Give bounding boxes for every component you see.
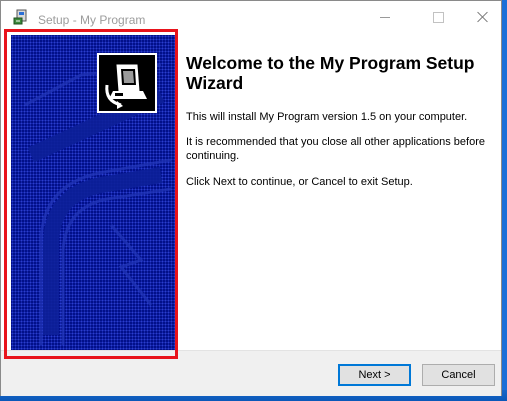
close-icon[interactable]: [469, 7, 497, 27]
computer-install-icon: [97, 53, 157, 113]
setup-window: Setup - My Program Welcome to the My Pro…: [0, 0, 502, 396]
wizard-side-image: [11, 35, 175, 351]
maximize-icon[interactable]: [424, 7, 452, 27]
setup-app-icon: [13, 9, 29, 25]
close-apps-recommendation: It is recommended that you close all oth…: [186, 136, 485, 162]
minimize-icon[interactable]: [371, 7, 399, 27]
next-cancel-instructions: Click Next to continue, or Cancel to exi…: [186, 176, 413, 188]
install-description: This will install My Program version 1.5…: [186, 111, 468, 123]
window-title: Setup - My Program: [38, 13, 146, 27]
welcome-heading: Welcome to the My Program Setup Wizard: [186, 53, 475, 93]
cancel-button[interactable]: Cancel: [422, 364, 495, 386]
title-bar[interactable]: Setup - My Program: [1, 1, 501, 31]
next-button[interactable]: Next >: [338, 364, 411, 386]
